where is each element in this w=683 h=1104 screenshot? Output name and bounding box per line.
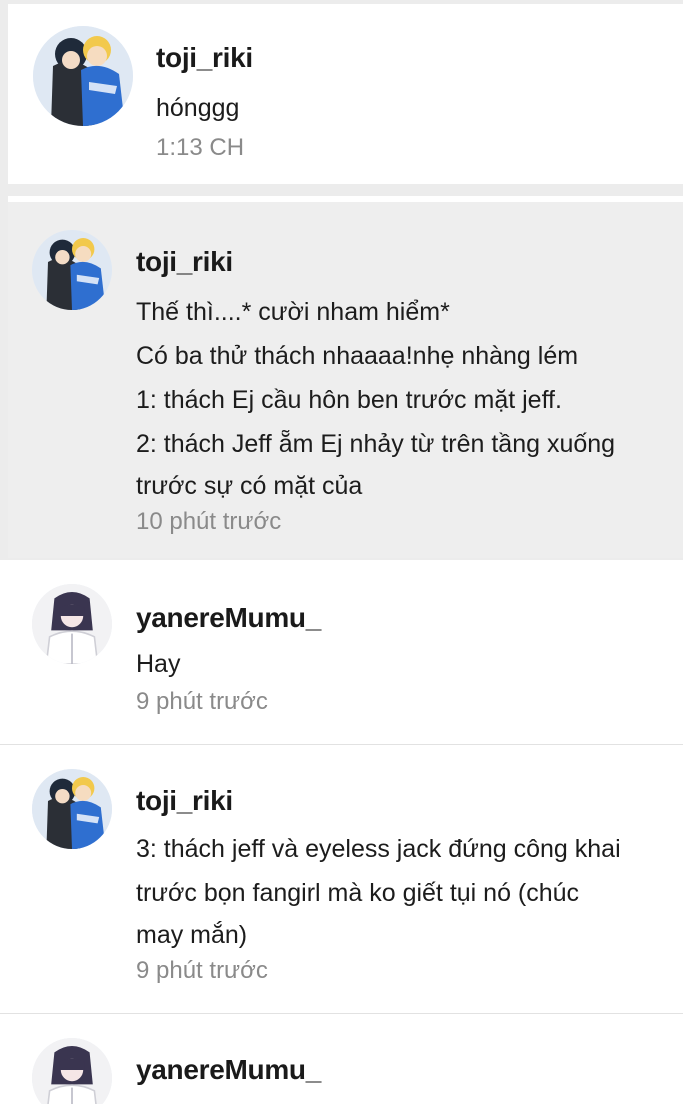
comment-card-highlighted[interactable]: toji_riki Thế thì....* cười nham hiểm* C… xyxy=(8,196,683,558)
comment-username[interactable]: toji_riki xyxy=(136,246,233,278)
comment-username[interactable]: toji_riki xyxy=(156,42,253,74)
comment-timestamp: 1:13 CH xyxy=(156,134,245,161)
comment-text-line: 1: thách Ej cầu hôn ben trước mặt jeff. xyxy=(136,386,562,414)
comment-text-line: 2: thách Jeff ẵm Ej nhảy từ trên tầng xu… xyxy=(136,430,616,458)
comment-card[interactable]: yanereMumu_ xyxy=(0,1014,683,1104)
comment-text-line: Thế thì....* cười nham hiểm* xyxy=(136,298,450,326)
comment-text-line: 3: thách jeff và eyeless jack đứng công … xyxy=(136,835,621,863)
comment-timestamp: 9 phút trước xyxy=(136,957,268,984)
comment-thread: toji_riki hónggg 1:13 CH toji_riki Thế t… xyxy=(0,0,683,1104)
comment-username[interactable]: yanereMumu_ xyxy=(136,1054,321,1086)
comment-text: Hay xyxy=(136,650,181,678)
anime-couple-avatar-icon[interactable] xyxy=(32,769,112,849)
anime-couple-avatar-icon[interactable] xyxy=(33,26,133,126)
comment-text: hónggg xyxy=(156,94,240,122)
comment-username[interactable]: yanereMumu_ xyxy=(136,602,321,634)
comment-card[interactable]: toji_riki 3: thách jeff và eyeless jack … xyxy=(0,745,683,1013)
anime-couple-avatar-icon[interactable] xyxy=(32,230,112,310)
comment-card[interactable]: yanereMumu_ Hay 9 phút trước xyxy=(0,560,683,744)
comment-timestamp: 9 phút trước xyxy=(136,688,268,715)
comment-text-line: trước sự có mặt của xyxy=(136,472,363,500)
comment-text-line: may mắn) xyxy=(136,921,248,949)
dark-hair-character-avatar-icon[interactable] xyxy=(32,584,112,664)
comment-text-line: Có ba thử thách nhaaaa!nhẹ nhàng lém xyxy=(136,342,579,370)
comment-username[interactable]: toji_riki xyxy=(136,785,233,817)
comment-text-line: trước bọn fangirl mà ko giết tụi nó (chú… xyxy=(136,879,580,907)
comment-card[interactable]: toji_riki hónggg 1:13 CH xyxy=(8,4,683,184)
dark-hair-character-avatar-icon[interactable] xyxy=(32,1038,112,1104)
comment-timestamp: 10 phút trước xyxy=(136,508,282,535)
